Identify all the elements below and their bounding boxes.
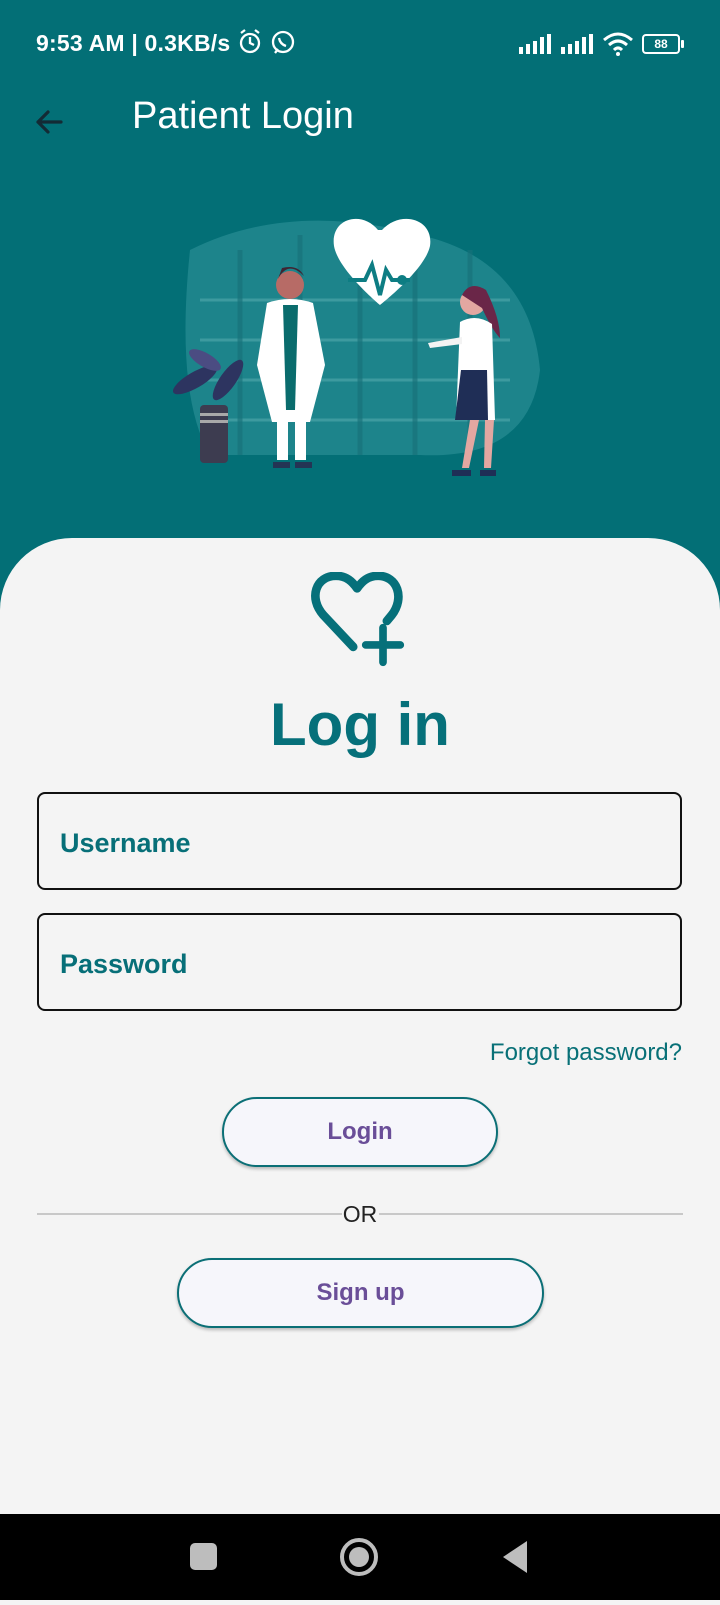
sign-up-button[interactable]: Sign up bbox=[177, 1258, 544, 1328]
battery-icon: 88 bbox=[642, 34, 684, 54]
sign-up-button-label: Sign up bbox=[316, 1279, 405, 1306]
login-button[interactable]: Login bbox=[222, 1097, 498, 1167]
back-arrow-icon[interactable] bbox=[30, 102, 70, 142]
system-icons: 88 bbox=[518, 32, 684, 56]
page-title: Patient Login bbox=[132, 95, 354, 137]
recent-apps-icon[interactable] bbox=[190, 1543, 217, 1570]
password-field[interactable]: Password bbox=[37, 913, 682, 1011]
whatsapp-icon bbox=[271, 30, 295, 54]
signal-icon bbox=[519, 34, 551, 54]
heart-plus-icon bbox=[311, 572, 405, 667]
status-bar: 9:53 AM | 0.3KB/s 88 bbox=[0, 0, 720, 90]
notification-icons bbox=[238, 28, 308, 63]
app-bar: Patient Login bbox=[0, 90, 720, 150]
username-label: Username bbox=[60, 828, 191, 858]
login-sheet bbox=[0, 538, 720, 1514]
status-time: 9:53 AM | 0.3KB/s bbox=[36, 30, 231, 56]
login-button-label: Login bbox=[327, 1118, 393, 1145]
forgot-password-link[interactable]: Forgot password? bbox=[490, 1039, 682, 1067]
username-field[interactable]: Username bbox=[37, 792, 682, 890]
wifi-icon bbox=[603, 32, 633, 56]
alarm-icon bbox=[239, 29, 261, 54]
doctors-illustration bbox=[172, 218, 540, 476]
password-label: Password bbox=[60, 949, 188, 979]
navigation-bar bbox=[0, 1514, 720, 1600]
home-icon[interactable] bbox=[340, 1538, 378, 1576]
form-heading: Log in bbox=[270, 691, 450, 758]
signal-icon bbox=[561, 34, 593, 54]
or-divider-text: OR bbox=[342, 1201, 378, 1227]
back-icon[interactable] bbox=[503, 1541, 527, 1573]
